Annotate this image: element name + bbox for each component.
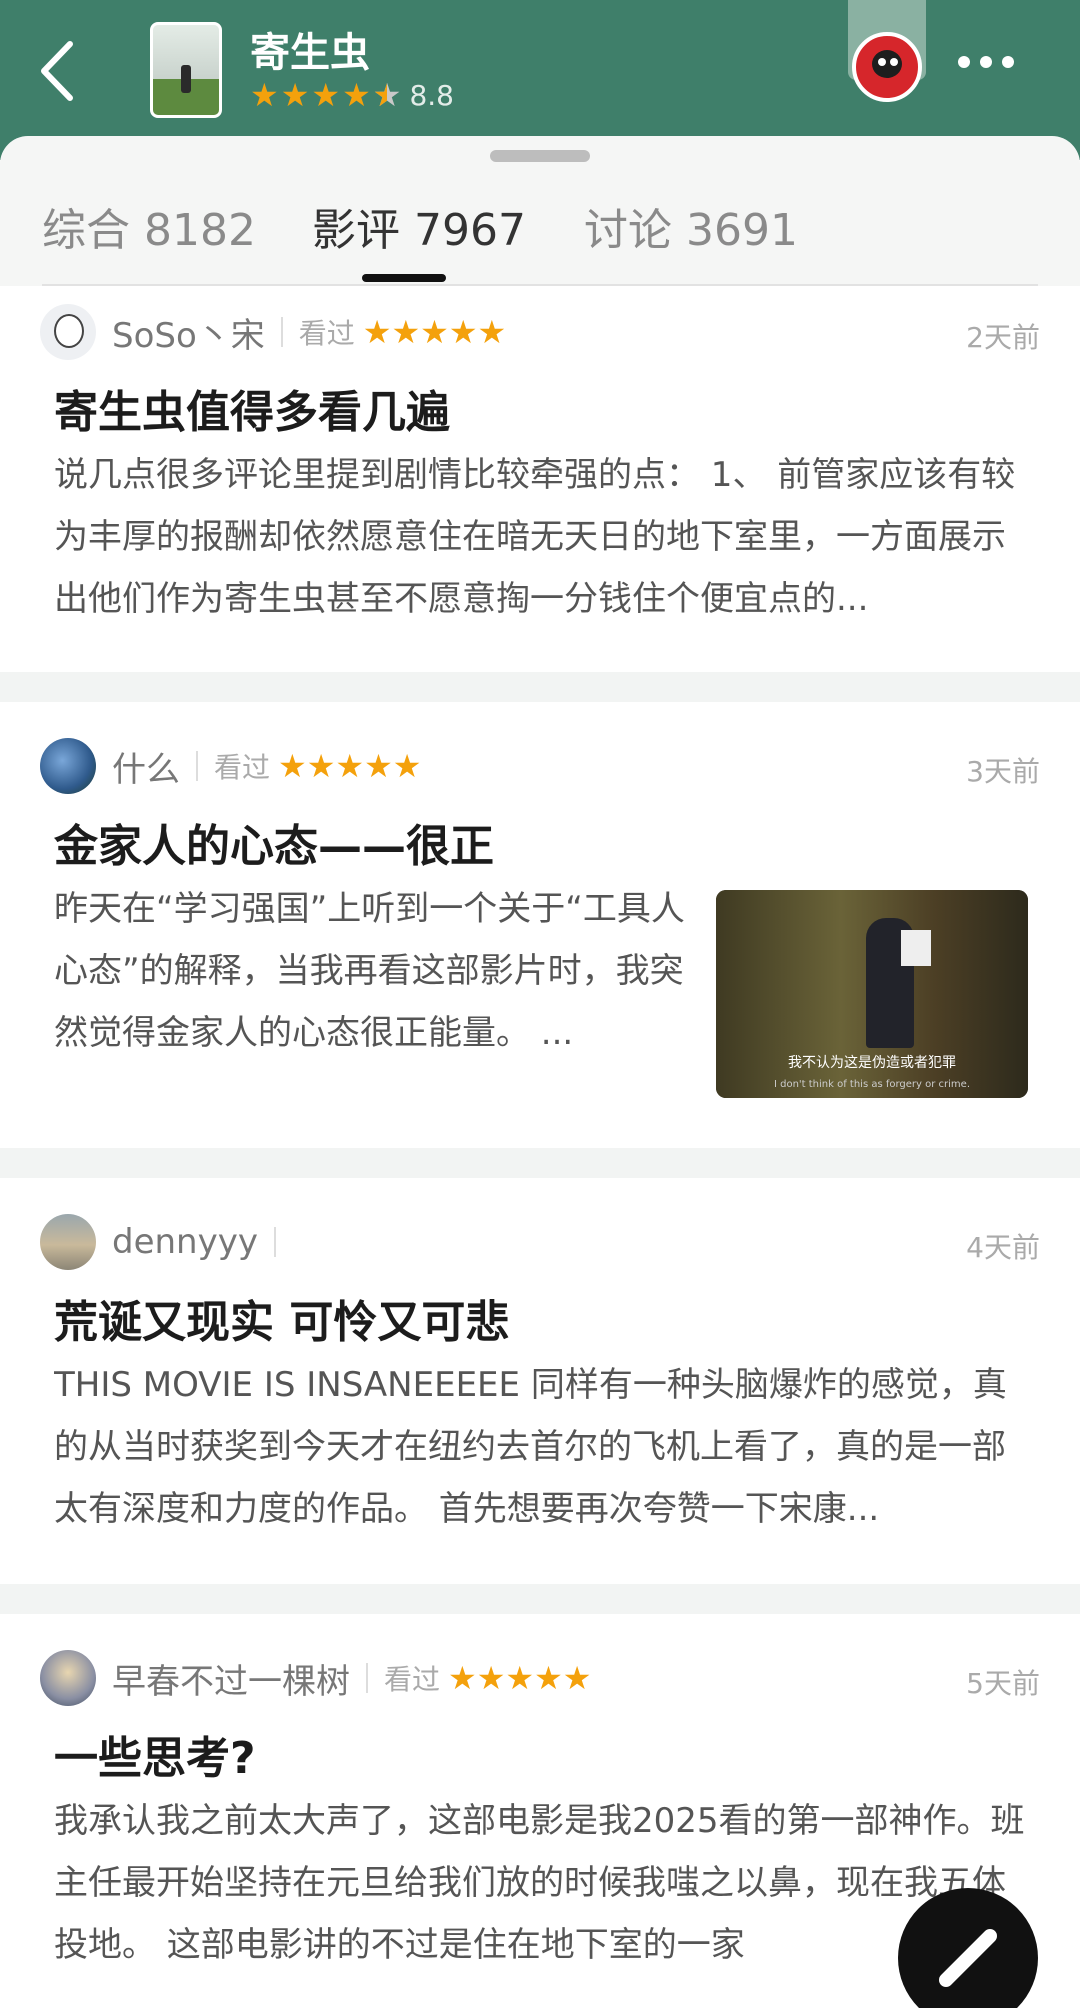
rating-value: 8.8 bbox=[409, 78, 454, 112]
review-stars: ★★★★★ bbox=[448, 1659, 592, 1697]
star-icon: ★ bbox=[311, 76, 341, 114]
review-time: 4天前 bbox=[966, 1231, 1040, 1264]
user-avatar[interactable] bbox=[852, 32, 922, 102]
avatar[interactable] bbox=[40, 304, 96, 360]
card-separator bbox=[0, 1584, 1080, 1614]
review-excerpt[interactable]: 昨天在“学习强国”上听到一个关于“工具人心态”的解释，当我再看这部影片时，我突然… bbox=[54, 878, 694, 1064]
back-button[interactable] bbox=[30, 36, 90, 106]
card-separator bbox=[0, 1148, 1080, 1178]
tabs-divider bbox=[42, 284, 1038, 286]
review-excerpt[interactable]: 说几点很多评论里提到剧情比较牵强的点： 1、 前管家应该有较为丰厚的报酬却依然愿… bbox=[54, 444, 1028, 630]
divider bbox=[366, 1663, 368, 1693]
review-title[interactable]: 荒诞又现实 可怜又可悲 bbox=[54, 1286, 509, 1350]
divider bbox=[196, 751, 198, 781]
movie-poster[interactable] bbox=[150, 22, 222, 118]
thumbnail-subtitle-cn: 我不认为这是伪造或者犯罪 bbox=[788, 1055, 956, 1071]
review-time: 3天前 bbox=[966, 755, 1040, 788]
review-title[interactable]: 金家人的心态——很正 bbox=[54, 810, 494, 874]
review-card[interactable]: SoSo丶宋 看过 ★★★★★ 2天前 寄生虫值得多看几遍 说几点很多评论里提到… bbox=[0, 300, 1080, 672]
tab-overview[interactable]: 综合 8182 bbox=[42, 194, 256, 258]
watch-status: 看过 bbox=[384, 1663, 441, 1696]
review-thumbnail[interactable]: 我不认为这是伪造或者犯罪 I don't think of this as fo… bbox=[716, 890, 1028, 1098]
review-time: 5天前 bbox=[966, 1667, 1040, 1700]
star-icon: ★ bbox=[250, 76, 279, 114]
avatar[interactable] bbox=[40, 1214, 96, 1270]
review-time: 2天前 bbox=[966, 321, 1040, 354]
half-star-icon: ★ bbox=[373, 78, 402, 112]
review-card[interactable]: dennyyy 4天前 荒诞又现实 可怜又可悲 THIS MOVIE IS IN… bbox=[0, 1178, 1080, 1584]
watch-status: 看过 bbox=[298, 317, 355, 350]
thumbnail-subtitle-en: I don't think of this as forgery or crim… bbox=[773, 1079, 971, 1090]
review-stars: ★★★★★ bbox=[362, 313, 507, 351]
tab-discussion[interactable]: 讨论 3691 bbox=[584, 194, 798, 258]
star-icon: ★ bbox=[342, 76, 371, 114]
active-tab-indicator bbox=[362, 274, 446, 282]
write-review-button[interactable] bbox=[898, 1888, 1038, 2008]
movie-rating: ★ ★ ★ ★ ★ 8.8 bbox=[250, 78, 454, 112]
more-options-icon[interactable] bbox=[958, 56, 1014, 68]
star-icon: ★ bbox=[280, 76, 310, 114]
review-stars: ★★★★★ bbox=[278, 747, 422, 785]
tabs-sheet: 综合 8182 影评 7967 讨论 3691 bbox=[0, 136, 1080, 286]
review-card[interactable]: 什么 看过 ★★★★★ 3天前 金家人的心态——很正 昨天在“学习强国”上听到一… bbox=[0, 702, 1080, 1148]
tab-reviews[interactable]: 影评 7967 bbox=[312, 194, 526, 258]
review-excerpt[interactable]: 我承认我之前太大声了，这部电影是我2025看的第一部神作。班主任最开始坚持在元旦… bbox=[54, 1790, 1028, 1976]
divider bbox=[273, 1227, 276, 1257]
back-arrow-icon bbox=[41, 41, 73, 101]
review-excerpt[interactable]: THIS MOVIE IS INSANEEEEE 同样有一种头脑爆炸的感觉，真的… bbox=[54, 1354, 1028, 1540]
watch-status: 看过 bbox=[214, 751, 271, 784]
pen-icon bbox=[939, 1929, 997, 1987]
avatar[interactable] bbox=[40, 1650, 96, 1706]
username[interactable]: 早春不过一棵树 bbox=[112, 1654, 350, 1703]
card-separator bbox=[0, 672, 1080, 702]
drag-handle[interactable] bbox=[490, 150, 590, 162]
username[interactable]: 什么 bbox=[112, 742, 180, 791]
avatar[interactable] bbox=[40, 738, 96, 794]
username[interactable]: SoSo丶宋 bbox=[112, 308, 265, 357]
divider bbox=[280, 317, 283, 347]
username[interactable]: dennyyy bbox=[112, 1222, 258, 1262]
review-title[interactable]: 寄生虫值得多看几遍 bbox=[54, 376, 450, 440]
movie-title: 寄生虫 bbox=[250, 30, 370, 76]
review-title[interactable]: 一些思考? bbox=[54, 1722, 256, 1786]
